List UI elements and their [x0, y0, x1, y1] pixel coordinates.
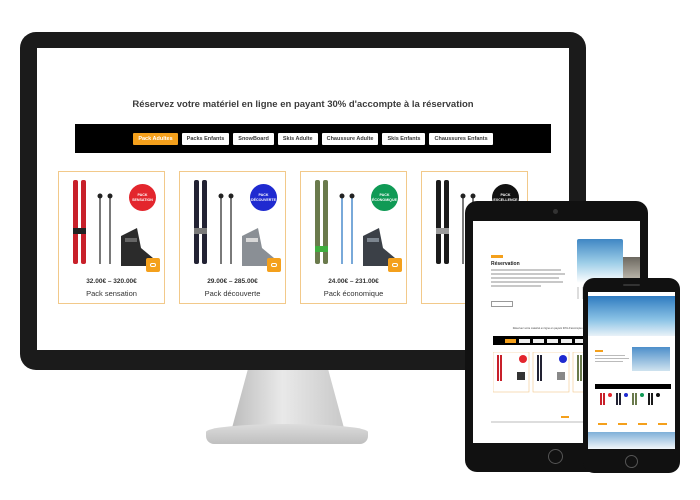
tab-chaussures-enfants[interactable]: Chaussures Enfants	[429, 132, 493, 145]
category-tab-bar: Pack Adultes Packs Enfants SnowBoard Ski…	[75, 124, 551, 153]
product-card-pack-sensation[interactable]: PACK SENSATION 32.00€ – 320.00€ Pack sen…	[58, 171, 165, 304]
text-line	[491, 273, 565, 275]
text-line	[491, 269, 561, 271]
text-line	[491, 281, 563, 283]
card-price: 32.00€ – 320.00€	[86, 278, 137, 285]
price-accent	[638, 423, 647, 425]
phone-photo	[632, 347, 670, 371]
ski-jump-photo	[577, 239, 623, 283]
home-button-icon[interactable]	[625, 455, 638, 468]
badge-pack-decouverte: PACK DÉCOUVERTE	[250, 184, 277, 211]
section-tag	[595, 350, 603, 352]
tablet-section-title: Réservation	[491, 261, 520, 267]
price-accent	[658, 423, 667, 425]
badge-pack-sensation: PACK SENSATION	[129, 184, 156, 211]
text-line	[595, 355, 625, 356]
text-line	[491, 285, 541, 287]
text-line	[595, 358, 629, 359]
monitor-stand-base	[206, 424, 368, 444]
product-card-pack-economique[interactable]: PACK ÉCONOMIQUE 24.00€ – 231.00€ Pack éc…	[300, 171, 407, 304]
product-card-pack-decouverte[interactable]: PACK DÉCOUVERTE 29.00€ – 285.00€ Pack dé…	[179, 171, 286, 304]
card-title[interactable]: Pack économique	[301, 289, 406, 298]
card-price: 24.00€ – 231.00€	[328, 278, 379, 285]
tab-skis-adulte[interactable]: Skis Adulte	[277, 132, 318, 145]
text-line	[491, 277, 559, 279]
tab-skis-enfants[interactable]: Skis Enfants	[382, 132, 426, 145]
phone-tab-bar	[595, 384, 671, 389]
desktop-heading: Réservez votre matériel en ligne en paya…	[132, 99, 474, 110]
home-button-icon[interactable]	[548, 449, 563, 464]
tab-chaussure-adulte[interactable]: Chaussure Adulte	[321, 132, 379, 145]
card-title[interactable]: Pack découverte	[180, 289, 285, 298]
more-button[interactable]	[491, 301, 513, 307]
tab-snowboard[interactable]: SnowBoard	[233, 132, 274, 145]
phone-device	[583, 278, 680, 473]
price-accent	[598, 423, 607, 425]
camera-icon	[553, 209, 558, 214]
badge-pack-economique: PACK ÉCONOMIQUE	[371, 184, 398, 211]
footer-accent	[561, 416, 569, 418]
speaker-icon	[623, 284, 640, 286]
section-tag	[491, 255, 503, 258]
card-price: 29.00€ – 285.00€	[207, 278, 258, 285]
phone-screen	[588, 292, 675, 449]
tab-packs-enfants[interactable]: Packs Enfants	[181, 132, 230, 145]
phone-hero-image	[588, 296, 675, 336]
phone-product-strip	[600, 393, 660, 405]
monitor-stand-neck	[232, 370, 344, 428]
card-title[interactable]: Pack sensation	[59, 289, 164, 298]
link-icon[interactable]	[388, 258, 402, 272]
tab-pack-adultes[interactable]: Pack Adultes	[133, 132, 178, 145]
phone-footer-image	[588, 432, 675, 449]
price-accent	[618, 423, 627, 425]
text-line	[595, 361, 623, 362]
link-icon[interactable]	[267, 258, 281, 272]
device-mockup-stage: Réservez votre matériel en ligne en paya…	[0, 0, 700, 500]
link-icon[interactable]	[146, 258, 160, 272]
